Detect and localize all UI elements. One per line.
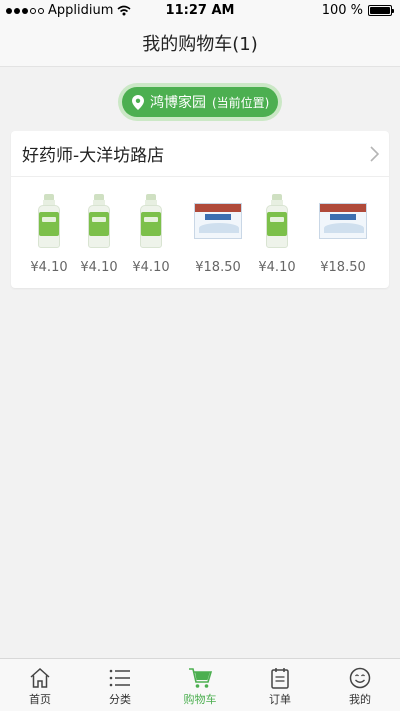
product-image <box>247 191 307 251</box>
tab-label: 我的 <box>349 693 371 706</box>
product-image <box>188 191 248 251</box>
product-image <box>121 191 181 251</box>
chevron-right-icon <box>370 146 379 162</box>
store-name: 好药师-大洋坊路店 <box>22 146 165 166</box>
tab-home[interactable]: 首页 <box>0 659 80 711</box>
tab-orders[interactable]: 订单 <box>240 659 320 711</box>
tab-label: 购物车 <box>183 693 217 706</box>
location-name: 鸿博家园 <box>150 95 206 111</box>
list-icon <box>109 669 130 687</box>
product-item[interactable]: ¥4.10 <box>121 191 181 275</box>
product-item[interactable]: ¥4.10 <box>69 191 129 275</box>
tab-mine[interactable]: 我的 <box>320 659 400 711</box>
product-price: ¥4.10 <box>132 260 170 275</box>
tab-bar: 首页 分类 购物车 订单 我的 <box>0 658 400 711</box>
page-title: 我的购物车(1) <box>0 22 400 67</box>
location-button[interactable]: 鸿博家园 (当前位置) <box>122 87 278 117</box>
tab-cart[interactable]: 购物车 <box>160 659 240 711</box>
tab-category[interactable]: 分类 <box>80 659 160 711</box>
product-image <box>69 191 129 251</box>
home-icon <box>30 667 50 688</box>
product-item[interactable]: ¥4.10 <box>247 191 307 275</box>
product-list: ¥4.10 ¥4.10 ¥4.10 ¥18.50 ¥4.10 ¥18.50 <box>11 177 389 288</box>
product-item[interactable]: ¥18.50 <box>188 191 248 275</box>
location-pin-icon <box>132 94 144 110</box>
product-price: ¥4.10 <box>258 260 296 275</box>
product-price: ¥18.50 <box>195 260 241 275</box>
status-bar: Applidium 11:27 AM 100 % <box>0 0 400 22</box>
store-header[interactable]: 好药师-大洋坊路店 <box>11 131 389 177</box>
tab-label: 订单 <box>269 693 291 706</box>
order-icon <box>271 668 289 689</box>
location-suffix: (当前位置) <box>212 95 270 110</box>
product-price: ¥18.50 <box>320 260 366 275</box>
store-card[interactable]: 好药师-大洋坊路店 ¥4.10 ¥4.10 ¥4.10 ¥18.50 ¥4.10… <box>11 131 389 288</box>
product-price: ¥4.10 <box>80 260 118 275</box>
product-image <box>313 191 373 251</box>
smile-icon <box>349 667 371 689</box>
battery-text: 100 % <box>321 3 363 18</box>
battery-icon <box>368 5 394 16</box>
cart-icon <box>189 668 212 688</box>
tab-label: 分类 <box>109 693 131 706</box>
tab-label: 首页 <box>29 693 51 706</box>
product-item[interactable]: ¥18.50 <box>313 191 373 275</box>
